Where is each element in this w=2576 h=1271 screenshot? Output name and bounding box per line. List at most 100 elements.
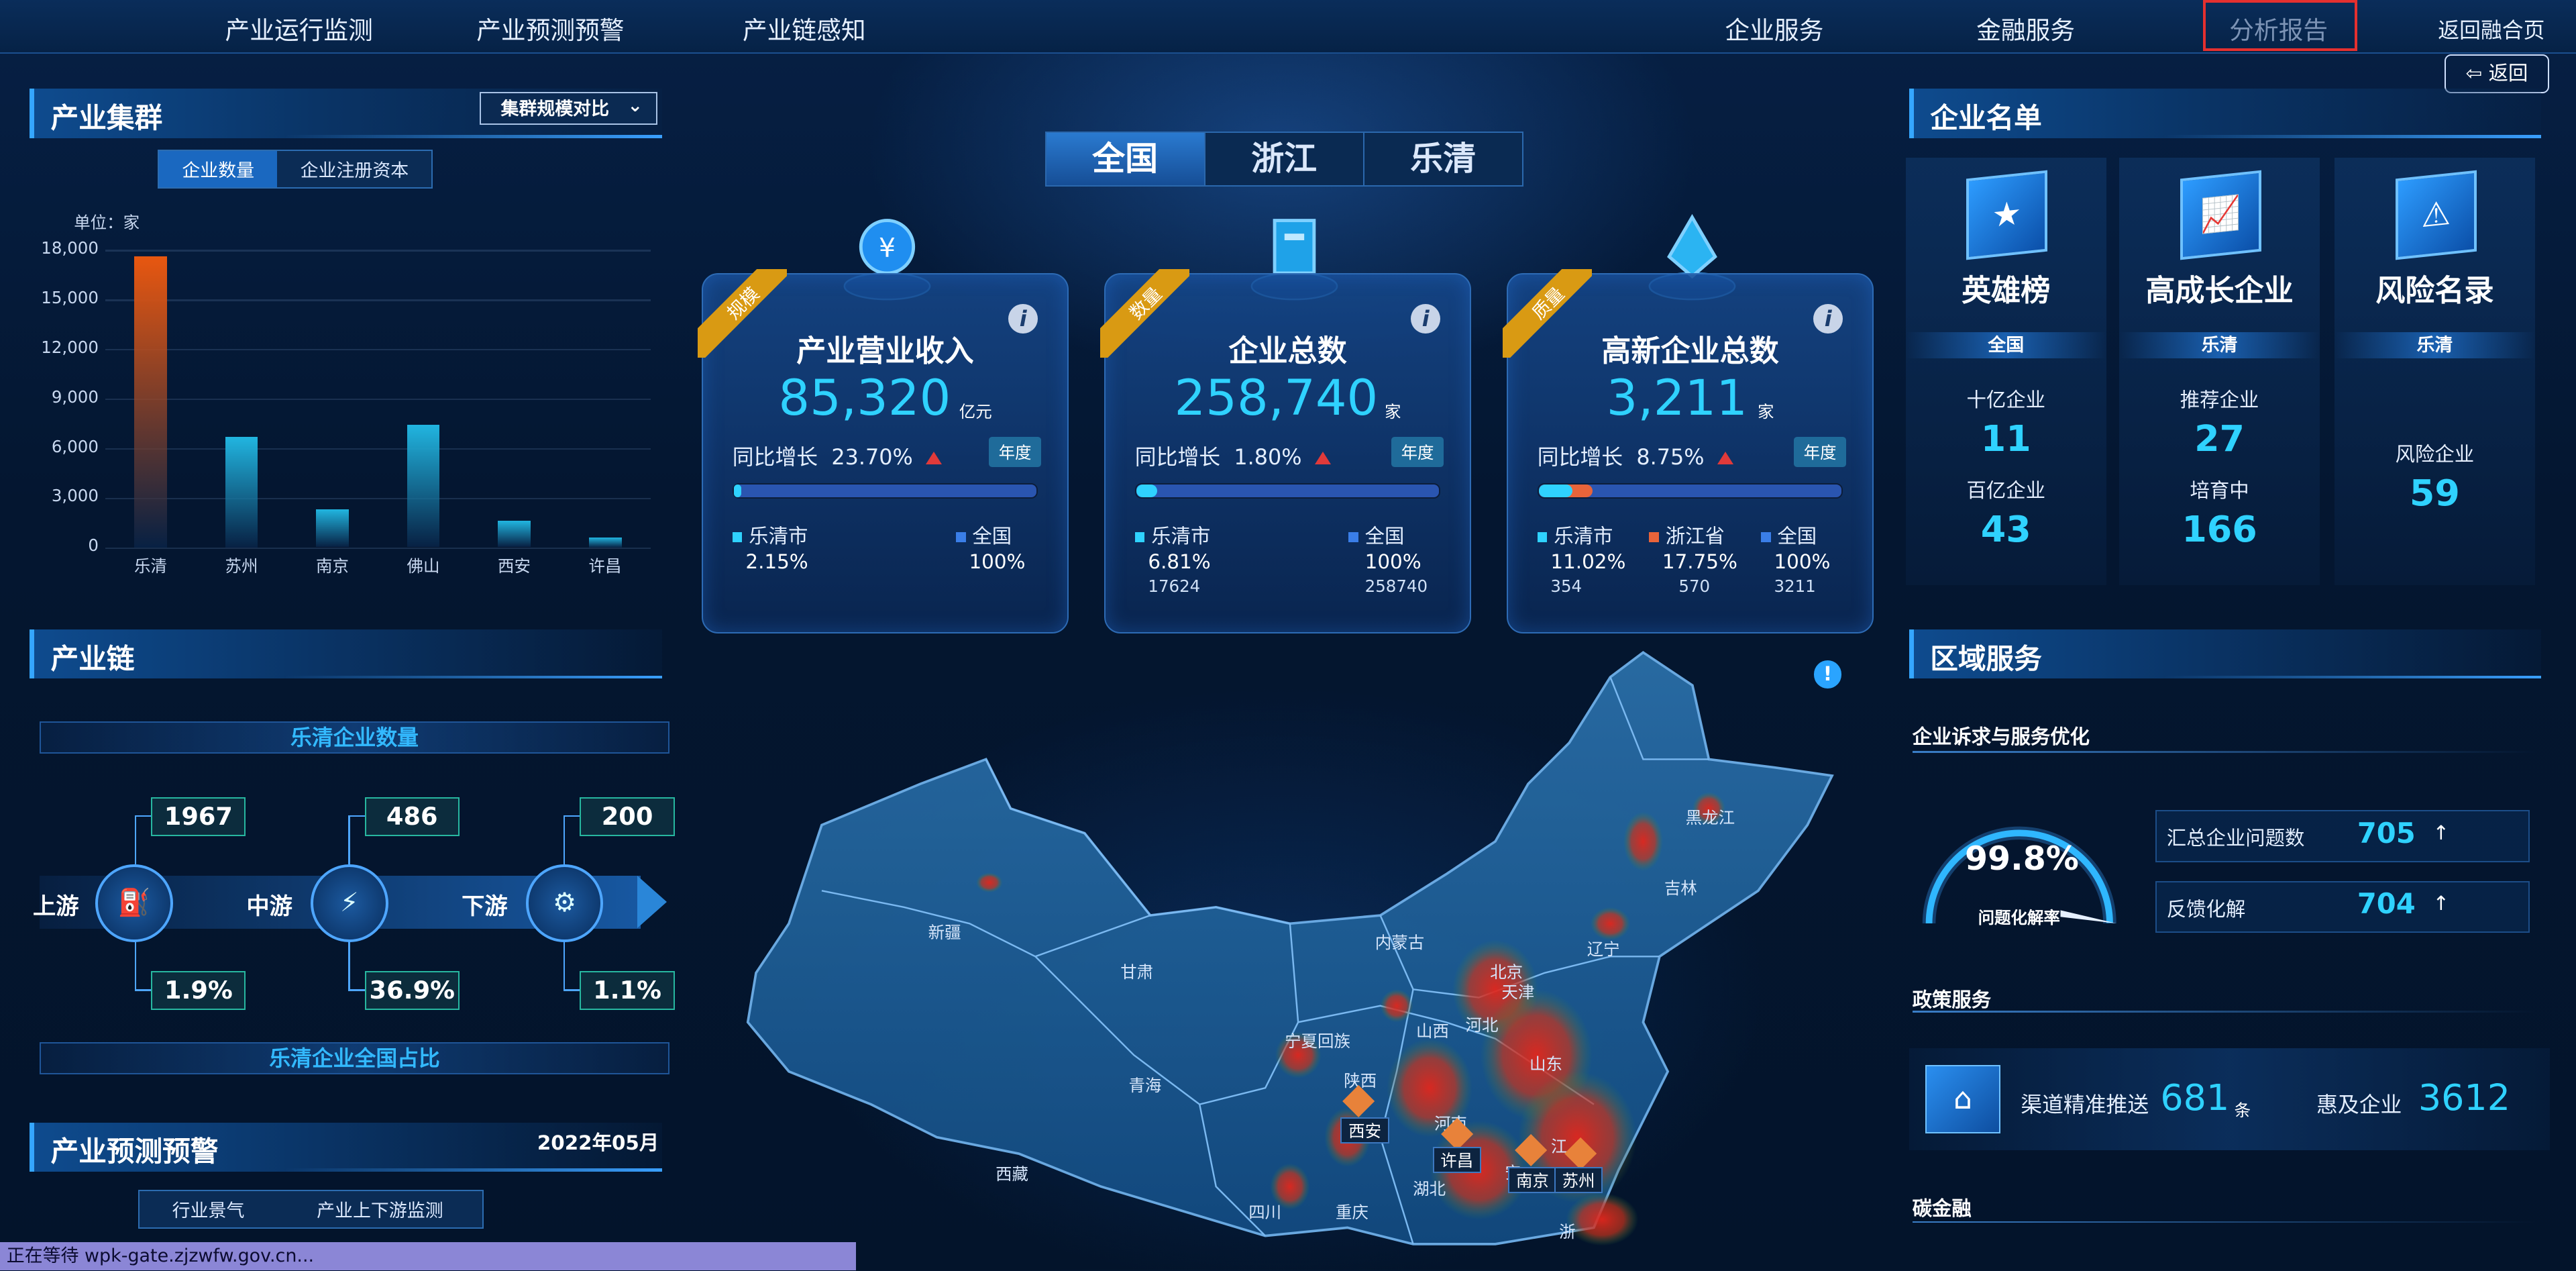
y-tick-label: 9,000 xyxy=(51,387,99,407)
nav-industry-monitoring[interactable]: 产业运行监测 xyxy=(225,10,373,46)
enterprise-col-risk[interactable]: ⚠ 风险名录 乐清 风险企业 59 xyxy=(2334,158,2535,585)
kpi-card-high-tech: 质量 i 高新企业总数 3,211 家 同比增长 8.75% 年度 乐清市 浙江… xyxy=(1503,269,1874,634)
chart-bar-苏州[interactable] xyxy=(225,436,258,548)
province-label: 河北 xyxy=(1465,1015,1499,1035)
city-tag-suzhou[interactable]: 苏州 xyxy=(1554,1166,1603,1193)
china-heat-map[interactable] xyxy=(723,644,1857,1252)
ent-item-label: 培育中 xyxy=(2190,478,2249,502)
kpi-yoy: 同比增长 23.70% xyxy=(733,440,943,471)
legend-national: 全国 xyxy=(1760,521,1817,549)
enterprise-col-growth[interactable]: 📈 高成长企业 乐清 推荐企业 27 培育中 166 xyxy=(2119,158,2320,585)
star-icon: ★ xyxy=(1966,170,2048,260)
battery-charge-icon[interactable]: ⚡ xyxy=(310,864,388,942)
x-tick-label: 苏州 xyxy=(225,556,258,576)
broadcast-house-icon: ⌂ xyxy=(1925,1064,2000,1133)
period-badge[interactable]: 年度 xyxy=(1793,436,1847,467)
ent-item-value[interactable]: 27 xyxy=(2119,417,2320,460)
tab-region-national[interactable]: 全国 xyxy=(1046,132,1205,186)
chain-share-title: 乐清企业全国占比 xyxy=(39,1041,670,1074)
chart-bar-佛山[interactable] xyxy=(407,425,440,548)
chart-gridline xyxy=(105,299,651,301)
tab-industry-climate[interactable]: 行业景气 xyxy=(139,1191,278,1227)
downstream-share: 1.1% xyxy=(580,971,675,1011)
kpi-value: 3,211 xyxy=(1606,369,1748,427)
up-triangle-icon xyxy=(1717,452,1734,464)
forecast-date: 2022年05月 xyxy=(537,1131,659,1154)
nav-enterprise-service[interactable]: 企业服务 xyxy=(1725,10,1823,46)
ent-item-value[interactable]: 43 xyxy=(1906,508,2106,550)
y-tick-label: 3,000 xyxy=(51,486,99,506)
enterprise-col-hero[interactable]: ★ 英雄榜 全国 十亿企业 11 百亿企业 43 xyxy=(1905,158,2106,585)
x-tick-label: 许昌 xyxy=(588,556,622,576)
period-badge[interactable]: 年度 xyxy=(1391,436,1444,467)
kpi-unit: 家 xyxy=(1385,401,1401,421)
ent-item-value[interactable]: 166 xyxy=(2119,508,2320,550)
legend-name: 乐清市 xyxy=(1554,524,1613,548)
kpi-unit: 亿元 xyxy=(959,401,992,421)
region-service-panel-header: 区域服务 xyxy=(1909,629,2542,679)
tab-enterprise-count[interactable]: 企业数量 xyxy=(159,150,278,187)
chart-gridline xyxy=(105,349,651,351)
kpi-value: 85,320 xyxy=(778,369,951,427)
tab-region-yueqing[interactable]: 乐清 xyxy=(1364,132,1522,186)
ent-item-value[interactable]: 11 xyxy=(1906,417,2106,460)
chart-gridline xyxy=(105,398,651,401)
stat-value: 705 xyxy=(2357,816,2416,850)
warning-icon: ⚠ xyxy=(2395,170,2477,260)
back-button[interactable]: ⇦ 返回 xyxy=(2445,54,2549,93)
yoy-label: 同比增长 xyxy=(1537,444,1623,470)
nav-industry-forecast[interactable]: 产业预测预警 xyxy=(476,10,624,46)
benefit-value[interactable]: 3612 xyxy=(2418,1076,2510,1119)
stat-row-resolved[interactable]: 反馈化解 704 ↑ xyxy=(2155,880,2530,933)
share-progress-bar xyxy=(732,482,1038,499)
tab-supply-chain-monitor[interactable]: 产业上下游监测 xyxy=(277,1191,483,1227)
national-count: 3211 xyxy=(1774,576,1816,597)
city-tag-xian[interactable]: 西安 xyxy=(1340,1117,1389,1144)
share-progress-bar xyxy=(1537,482,1843,499)
tab-region-zhejiang[interactable]: 浙江 xyxy=(1205,132,1364,186)
yoy-value: 23.70% xyxy=(831,444,913,470)
nav-back-to-fusion[interactable]: 返回融合页 xyxy=(2438,13,2544,44)
x-tick-label: 乐清 xyxy=(134,556,167,576)
legend-local: 乐清市 xyxy=(732,521,808,549)
chart-bar-乐清[interactable] xyxy=(134,256,167,548)
stage-midstream-label: 中游 xyxy=(246,893,292,921)
legend-local: 乐清市 xyxy=(1537,521,1613,549)
stat-row-issues[interactable]: 汇总企业问题数 705 ↑ xyxy=(2155,810,2530,862)
downstream-count: 200 xyxy=(580,797,675,836)
national-pct: 100% xyxy=(1774,550,1831,573)
ent-col-scope: 乐清 xyxy=(2334,332,2535,358)
period-badge[interactable]: 年度 xyxy=(988,436,1042,467)
ent-item-value[interactable]: 59 xyxy=(2334,472,2535,514)
local-count: 354 xyxy=(1550,576,1582,597)
city-tag-nanjing[interactable]: 南京 xyxy=(1508,1166,1557,1193)
x-tick-label: 南京 xyxy=(316,556,349,576)
svg-text:¥: ¥ xyxy=(879,233,896,263)
nav-industry-chain[interactable]: 产业链感知 xyxy=(743,10,866,46)
yoy-value: 8.75% xyxy=(1636,444,1705,470)
city-tag-xuchang[interactable]: 许昌 xyxy=(1432,1147,1481,1174)
robot-arm-icon[interactable]: ⚙ xyxy=(525,864,604,942)
upstream-share: 1.9% xyxy=(151,971,246,1011)
forecast-panel-title: 产业预测预警 xyxy=(50,1135,219,1168)
ent-col-title: 高成长企业 xyxy=(2145,273,2294,308)
fuel-pump-icon[interactable]: ⛽ xyxy=(95,864,173,942)
nav-finance-service[interactable]: 金融服务 xyxy=(1976,10,2075,46)
stage-downstream-label: 下游 xyxy=(462,893,508,921)
province-label: 甘肃 xyxy=(1120,962,1154,982)
chart-bar-南京[interactable] xyxy=(316,509,349,548)
region-service-panel-title: 区域服务 xyxy=(1930,642,2042,675)
top-nav-bar xyxy=(0,0,2576,54)
tab-registered-capital[interactable]: 企业注册资本 xyxy=(277,150,432,187)
share-progress-bar xyxy=(1134,482,1441,499)
national-count: 258740 xyxy=(1364,576,1428,597)
push-value[interactable]: 681 xyxy=(2160,1076,2229,1119)
browser-status-bar: 正在等待 wpk-gate.zjzwfw.gov.cn... xyxy=(0,1242,856,1271)
cluster-compare-select[interactable]: 集群规模对比 ⌄ xyxy=(480,92,657,125)
legend-name: 浙江省 xyxy=(1665,524,1725,548)
chart-bar-许昌[interactable] xyxy=(588,537,622,548)
midstream-share: 36.9% xyxy=(364,971,460,1011)
growth-chart-icon: 📈 xyxy=(2180,170,2261,260)
chart-bar-西安[interactable] xyxy=(498,521,531,548)
legend-national: 全国 xyxy=(1348,521,1404,549)
